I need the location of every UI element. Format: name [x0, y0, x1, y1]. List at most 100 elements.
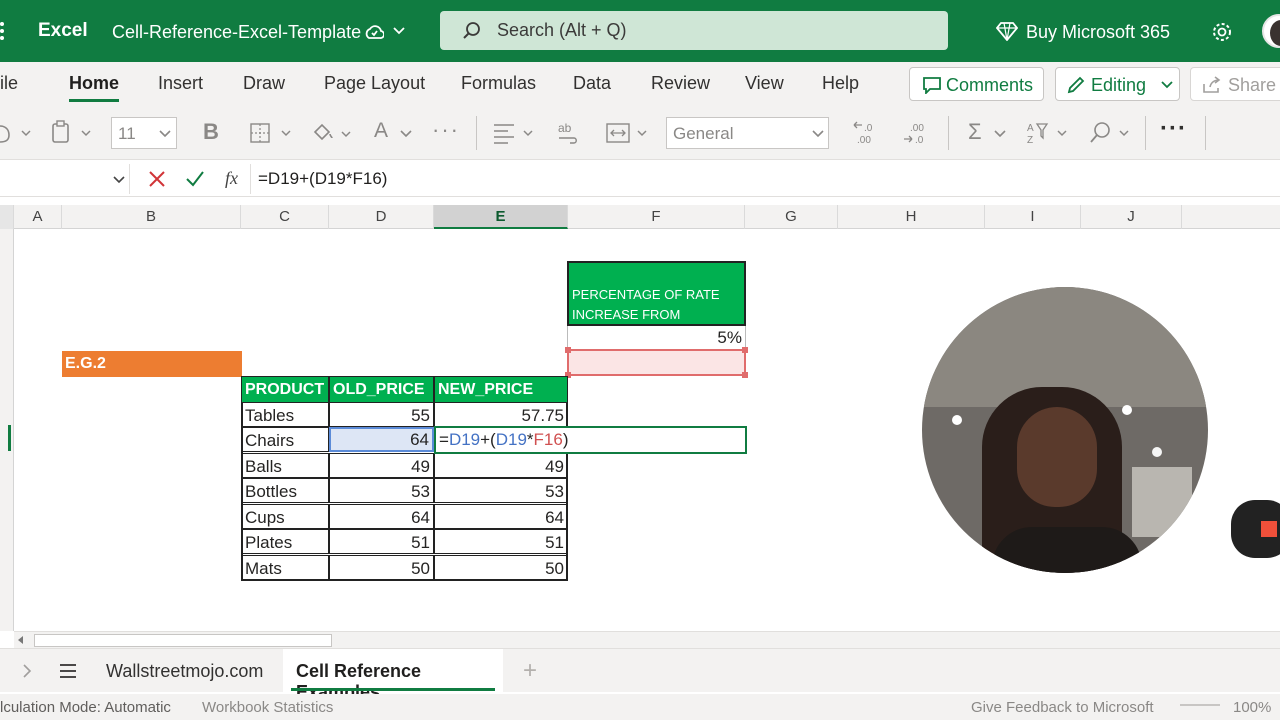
chevron-down-icon[interactable]	[400, 130, 414, 138]
comments-button[interactable]: Comments	[909, 67, 1044, 101]
sheet-tab-cell-reference-examples[interactable]: Cell Reference Examples	[283, 649, 503, 702]
buy-microsoft-365-link[interactable]: Buy Microsoft 365	[1026, 22, 1170, 43]
table-cell-product[interactable]: Tables	[241, 402, 329, 427]
increase-decimal-icon[interactable]: .0.00	[852, 120, 882, 146]
table-cell-product[interactable]: Plates	[241, 529, 329, 554]
column-header-g[interactable]: G	[745, 205, 838, 229]
number-format-dropdown[interactable]: General	[666, 117, 829, 149]
table-cell-old-price[interactable]: 51	[329, 529, 434, 554]
rate-header-cell[interactable]: PERCENTAGE OF RATE INCREASE FROM JAN_201…	[567, 261, 746, 342]
format-painter-icon[interactable]	[0, 122, 34, 144]
column-header-i[interactable]: I	[985, 205, 1081, 229]
app-name[interactable]: Excel	[38, 20, 88, 42]
user-avatar[interactable]	[1262, 14, 1280, 48]
name-box[interactable]	[0, 164, 130, 194]
column-header-h[interactable]: H	[838, 205, 985, 229]
font-color-icon[interactable]: A	[374, 119, 388, 143]
share-button[interactable]: Share	[1190, 67, 1280, 101]
tab-help[interactable]: Help	[822, 73, 859, 94]
table-header-old-price[interactable]: OLD_PRICE	[329, 376, 434, 403]
column-header-d[interactable]: D	[329, 205, 434, 229]
scroll-thumb[interactable]	[34, 634, 332, 647]
column-header-a[interactable]: A	[14, 205, 62, 229]
all-sheets-menu-icon[interactable]	[59, 663, 77, 679]
cancel-x-icon[interactable]	[148, 170, 166, 188]
table-cell-old-price[interactable]: 50	[329, 555, 434, 580]
find-select-icon[interactable]	[1088, 120, 1136, 146]
paste-icon[interactable]	[50, 120, 98, 146]
tab-home[interactable]: Home	[69, 73, 120, 102]
table-cell-old-price[interactable]: 55	[329, 402, 434, 427]
chevron-down-icon[interactable]	[393, 27, 405, 35]
give-feedback-link[interactable]: Give Feedback to Microsoft	[971, 699, 1154, 716]
column-header-e[interactable]: E	[434, 205, 568, 229]
referenced-cell-f16[interactable]	[565, 347, 748, 378]
table-cell-old-price[interactable]: 49	[329, 453, 434, 478]
eg-label-cell[interactable]: E.G.2	[62, 351, 242, 377]
app-launcher-icon[interactable]	[0, 22, 6, 40]
column-header-b[interactable]: B	[62, 205, 241, 229]
table-cell-new-price[interactable]: 49	[434, 453, 568, 478]
bold-icon[interactable]: B	[203, 119, 219, 145]
select-all-corner[interactable]	[0, 205, 14, 229]
autosum-icon[interactable]: Σ	[968, 119, 982, 145]
tab-review[interactable]: Review	[651, 73, 710, 94]
horizontal-scrollbar[interactable]	[14, 631, 1280, 648]
fill-color-icon[interactable]	[310, 120, 358, 146]
merge-center-icon[interactable]	[606, 122, 652, 144]
zoom-slider[interactable]	[1180, 704, 1220, 706]
wrap-text-icon[interactable]: ab	[556, 120, 582, 146]
insert-function-icon[interactable]: fx	[225, 168, 238, 189]
column-header-j[interactable]: J	[1081, 205, 1182, 229]
tab-formulas[interactable]: Formulas	[461, 73, 536, 94]
workbook-statistics[interactable]: Workbook Statistics	[202, 699, 333, 716]
table-cell-old-price[interactable]: 64	[329, 504, 434, 529]
table-cell-product[interactable]: Cups	[241, 504, 329, 529]
search-box[interactable]: Search (Alt + Q)	[440, 11, 948, 50]
settings-gear-icon[interactable]	[1211, 21, 1233, 43]
chevron-right-icon[interactable]	[22, 664, 32, 678]
formula-input[interactable]: =D19+(D19*F16)	[258, 169, 387, 189]
table-header-product[interactable]: PRODUCT	[241, 376, 329, 403]
tab-data[interactable]: Data	[573, 73, 611, 94]
borders-icon[interactable]	[250, 122, 296, 144]
table-cell-old-price[interactable]: 53	[329, 478, 434, 503]
font-size-dropdown[interactable]: 11	[111, 117, 177, 149]
table-cell-product[interactable]: Chairs	[241, 427, 329, 452]
saved-cloud-icon[interactable]	[364, 23, 384, 41]
document-title[interactable]: Cell-Reference-Excel-Template	[112, 22, 361, 43]
scroll-left-icon[interactable]	[18, 636, 23, 644]
tab-file[interactable]: ile	[0, 73, 18, 94]
table-cell-new-price[interactable]: 51	[434, 529, 568, 554]
more-font-options-icon[interactable]: ···	[432, 117, 460, 143]
table-header-new-price[interactable]: NEW_PRICE	[434, 376, 568, 403]
table-cell-new-price[interactable]: 50	[434, 555, 568, 580]
table-cell-product[interactable]: Bottles	[241, 478, 329, 503]
recording-control[interactable]	[1231, 500, 1280, 558]
chevron-down-icon[interactable]	[994, 130, 1008, 138]
table-cell-product[interactable]: Balls	[241, 453, 329, 478]
sort-filter-icon[interactable]: AZ	[1026, 120, 1072, 146]
column-header-c[interactable]: C	[241, 205, 329, 229]
zoom-level[interactable]: 100%	[1233, 699, 1271, 716]
table-cell-new-price[interactable]: 64	[434, 504, 568, 529]
enter-check-icon[interactable]	[185, 170, 205, 188]
table-cell-new-price[interactable]: 53	[434, 478, 568, 503]
editing-mode-button[interactable]: Editing	[1055, 67, 1180, 101]
tab-insert[interactable]: Insert	[158, 73, 203, 94]
sheet-tab-wallstreetmojo[interactable]: Wallstreetmojo.com	[106, 661, 263, 682]
column-header-f[interactable]: F	[568, 205, 745, 229]
referenced-cell-d19[interactable]: 64	[329, 427, 434, 452]
decrease-decimal-icon[interactable]: .00.0	[902, 120, 932, 146]
table-cell-product[interactable]: Mats	[241, 555, 329, 580]
rate-value-cell[interactable]: 5%	[567, 326, 746, 350]
tab-view[interactable]: View	[745, 73, 784, 94]
add-sheet-icon[interactable]: +	[523, 657, 537, 685]
more-options-icon[interactable]: ···	[1160, 115, 1187, 143]
tab-page-layout[interactable]: Page Layout	[324, 73, 425, 94]
align-icon[interactable]	[492, 122, 540, 144]
table-cell-new-price[interactable]: 57.75	[434, 402, 568, 427]
calculation-mode[interactable]: lculation Mode: Automatic	[0, 699, 171, 716]
active-cell-editor[interactable]: =D19+(D19*F16)	[434, 426, 747, 454]
tab-draw[interactable]: Draw	[243, 73, 285, 94]
